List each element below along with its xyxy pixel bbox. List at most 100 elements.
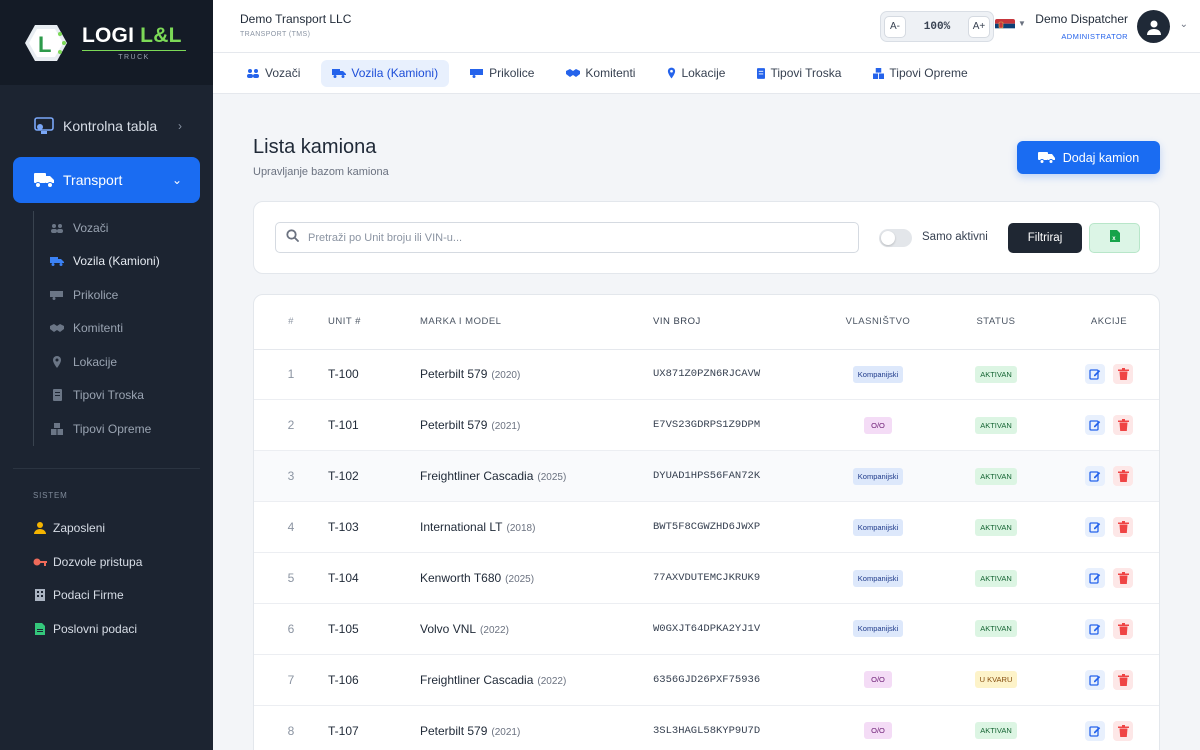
zoom-value: 100%	[923, 20, 951, 33]
tab-vozaci[interactable]: Vozači	[235, 60, 311, 87]
cell-actions	[1059, 705, 1159, 750]
delete-button[interactable]	[1113, 669, 1133, 690]
table-row[interactable]: 5 T-104 Kenworth T680 (2025) 77AXVDUTEMCJ…	[254, 553, 1159, 604]
table-row[interactable]: 3 T-102 Freightliner Cascadia (2025) DYUA…	[254, 450, 1159, 502]
edit-button[interactable]	[1085, 669, 1105, 690]
delete-button[interactable]	[1113, 720, 1133, 741]
cell-ownership: Kompanijski	[823, 553, 933, 604]
delete-button[interactable]	[1113, 618, 1133, 639]
edit-button[interactable]	[1085, 415, 1105, 436]
company-name: Demo Transport LLC	[240, 12, 352, 26]
edit-button[interactable]	[1085, 720, 1105, 741]
sidebar-subitem-vozaci[interactable]: Vozači	[50, 211, 200, 245]
edit-button[interactable]	[1085, 568, 1105, 588]
tab-label: Komitenti	[585, 66, 636, 80]
table-row[interactable]: 1 T-100 Peterbilt 579 (2020) UX871Z0PZN6R…	[254, 349, 1159, 400]
sidebar-item-transport[interactable]: Transport ⌄	[13, 157, 200, 203]
filter-button[interactable]: Filtriraj	[1008, 223, 1082, 253]
tab-tipovi-opreme[interactable]: Tipovi Opreme	[862, 60, 978, 87]
table-header-row: # UNIT # MARKA I MODEL VIN BROJ VLASNIŠT…	[254, 295, 1159, 350]
map-pin-icon	[50, 355, 64, 368]
active-only-label: Samo aktivni	[922, 231, 988, 243]
tab-tipovi-troska[interactable]: Tipovi Troska	[746, 60, 852, 87]
cell-ownership: Kompanijski	[823, 451, 933, 502]
language-caret-icon[interactable]: ▼	[1018, 19, 1026, 28]
cell-actions	[1059, 603, 1159, 654]
edit-icon	[1089, 675, 1101, 686]
users-icon	[246, 68, 260, 78]
status-badge: AKTIVAN	[975, 467, 1017, 485]
edit-button[interactable]	[1085, 466, 1105, 487]
cell-num: 6	[287, 621, 295, 636]
cell-vin: DYUAD1HPS56FAN72K	[653, 470, 761, 483]
tab-label: Tipovi Opreme	[889, 66, 968, 80]
chevron-down-icon[interactable]: ⌄	[1180, 19, 1188, 30]
sidebar-item-zaposleni[interactable]: Zaposleni	[0, 512, 213, 546]
user-info[interactable]: Demo Dispatcher ADMINISTRATOR	[1035, 12, 1128, 41]
trash-icon	[1117, 572, 1129, 584]
export-excel-button[interactable]: x	[1089, 223, 1140, 253]
trash-icon	[1117, 724, 1129, 737]
sidebar-section-label: SISTEM	[33, 490, 68, 500]
col-header-num: #	[254, 295, 328, 350]
sidebar-divider	[13, 467, 200, 469]
sidebar-subitem-vozila[interactable]: Vozila (Kamioni)	[50, 245, 200, 279]
trucks-table: # UNIT # MARKA I MODEL VIN BROJ VLASNIŠT…	[254, 295, 1159, 750]
delete-button[interactable]	[1113, 517, 1133, 538]
sidebar-item-kontrolna-tabla[interactable]: Kontrolna tabla ›	[13, 103, 200, 149]
cell-model: Peterbilt 579 (2021)	[420, 705, 653, 750]
table-row[interactable]: 6 T-105 Volvo VNL (2022) W0GXJT64DPKA2YJ1…	[254, 603, 1159, 655]
col-header-actions: AKCIJE	[1059, 295, 1159, 350]
cell-model: Kenworth T680 (2025)	[420, 553, 653, 604]
edit-icon	[1089, 573, 1101, 584]
cell-ownership: O/O	[823, 654, 933, 705]
logo[interactable]: L LOGI L&L TRUCK	[0, 0, 213, 85]
tab-label: Lokacije	[681, 66, 726, 80]
edit-button[interactable]	[1085, 364, 1105, 385]
delete-button[interactable]	[1113, 364, 1133, 385]
model-year: (2021)	[491, 726, 521, 738]
delete-button[interactable]	[1113, 568, 1133, 588]
trailer-icon	[50, 290, 64, 300]
trash-icon	[1117, 470, 1129, 483]
tab-vozila[interactable]: Vozila (Kamioni)	[321, 59, 450, 87]
table-row[interactable]: 4 T-103 International LT (2018) BWT5F8CGW…	[254, 502, 1159, 553]
edit-icon	[1089, 522, 1101, 533]
cell-status: AKTIVAN	[933, 349, 1059, 400]
sidebar-subitem-label: Tipovi Troska	[73, 388, 144, 403]
add-truck-button[interactable]: Dodaj kamion	[1017, 141, 1160, 174]
sidebar-item-poslovni-podaci[interactable]: Poslovni podaci	[0, 612, 213, 646]
edit-button[interactable]	[1085, 517, 1105, 538]
table-row[interactable]: 7 T-106 Freightliner Cascadia (2022) 6356…	[254, 654, 1159, 706]
search-input[interactable]	[308, 231, 828, 244]
table-row[interactable]: 8 T-107 Peterbilt 579 (2021) 3SL3HAGL58KY…	[254, 705, 1159, 750]
sidebar-item-dozvole[interactable]: Dozvole pristupa	[0, 545, 213, 579]
sidebar-subitem-lokacije[interactable]: Lokacije	[50, 345, 200, 379]
tab-komitenti[interactable]: Komitenti	[555, 60, 646, 87]
model-year: (2021)	[491, 421, 521, 433]
tab-prikolice[interactable]: Prikolice	[459, 60, 545, 87]
cell-vin: 6356GJD26PXF75936	[653, 673, 761, 686]
sidebar-item-label: Zaposleni	[53, 521, 106, 536]
delete-button[interactable]	[1113, 415, 1133, 436]
sidebar-item-podaci-firme[interactable]: Podaci Firme	[0, 579, 213, 613]
cell-vin: W0GXJT64DPKA2YJ1V	[653, 622, 761, 635]
ownership-badge: Kompanijski	[852, 365, 904, 383]
sidebar-subitem-prikolice[interactable]: Prikolice	[50, 278, 200, 312]
avatar[interactable]	[1137, 10, 1170, 43]
status-badge: AKTIVAN	[975, 569, 1017, 587]
zoom-in-button[interactable]: A+	[968, 15, 990, 38]
tab-lokacije[interactable]: Lokacije	[656, 60, 736, 87]
edit-button[interactable]	[1085, 618, 1105, 639]
ownership-badge: O/O	[864, 671, 892, 689]
serbia-flag-icon[interactable]	[995, 19, 1015, 33]
zoom-out-button[interactable]: A-	[884, 15, 906, 38]
sidebar-subitem-tipovi-troska[interactable]: Tipovi Troska	[50, 379, 200, 413]
table-row[interactable]: 2 T-101 Peterbilt 579 (2021) E7VS23GDRPS1…	[254, 400, 1159, 451]
model-name: Freightliner Cascadia	[420, 672, 534, 687]
active-only-toggle[interactable]	[879, 229, 912, 247]
sidebar-subitem-komitenti[interactable]: Komitenti	[50, 312, 200, 346]
delete-button[interactable]	[1113, 466, 1133, 487]
sidebar-subitem-tipovi-opreme[interactable]: Tipovi Opreme	[50, 412, 200, 446]
sidebar: L LOGI L&L TRUCK Kontrolna tabla › Trans…	[0, 0, 213, 750]
